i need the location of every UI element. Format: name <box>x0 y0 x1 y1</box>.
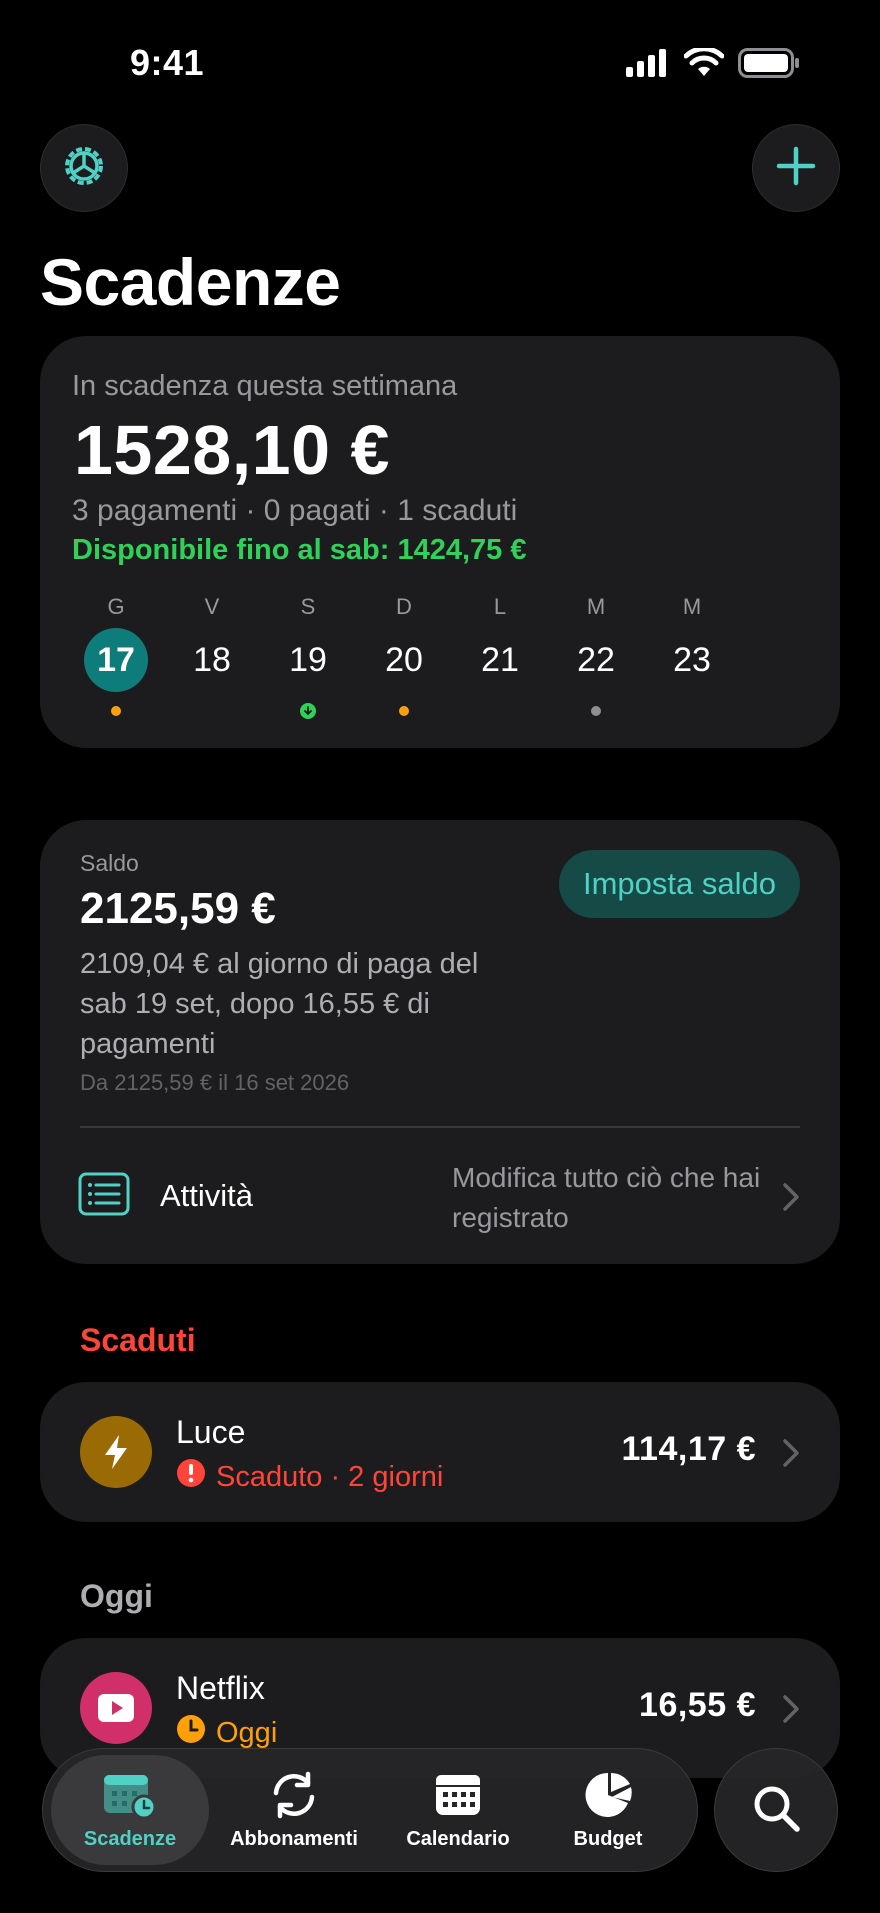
gear-icon <box>60 142 108 195</box>
bill-row-luce[interactable]: Luce Scaduto · 2 giorni 114,17 € <box>40 1382 840 1522</box>
status-icons <box>626 46 800 83</box>
bill-status: Oggi <box>176 1714 277 1752</box>
page-title: Scadenze <box>40 245 341 319</box>
day-number: 18 <box>193 641 231 679</box>
activity-description: Modifica tutto ciò che hai registrato <box>452 1162 761 1233</box>
status-time: 9:41 <box>130 42 205 83</box>
day-item[interactable]: L 21 <box>460 594 540 734</box>
tab-label: Calendario <box>406 1828 510 1850</box>
search-icon <box>751 1783 801 1838</box>
activity-row[interactable]: Attività Modifica tutto ciò che hai regi… <box>40 1128 840 1264</box>
plus-icon <box>776 146 816 191</box>
set-balance-button[interactable]: Imposta saldo <box>559 850 800 918</box>
day-letter: D <box>396 594 412 619</box>
chevron-right-icon <box>782 1182 800 1217</box>
balance-since: Da 2125,59 € il 16 set 2026 <box>80 1070 350 1095</box>
pie-chart-icon <box>584 1771 632 1824</box>
battery-icon <box>738 48 800 83</box>
due-dot <box>399 706 409 716</box>
calendar-icon <box>434 1771 482 1822</box>
balance-label: Saldo <box>80 850 139 876</box>
week-counts: 3 pagamenti · 0 pagati · 1 scaduti <box>72 494 518 527</box>
day-letter: V <box>204 594 220 619</box>
day-letter: G <box>107 594 125 619</box>
day-letter: S <box>300 594 316 619</box>
day-number: 21 <box>481 641 519 679</box>
week-label: In scadenza questa settimana <box>72 370 458 402</box>
bill-amount: 16,55 € <box>639 1686 756 1724</box>
payday-icon <box>300 703 316 719</box>
tab-bar: Scadenze Abbonamenti Calendario Budget <box>42 1748 698 1872</box>
bill-status-text: Oggi <box>216 1716 278 1749</box>
bill-status: Scaduto · 2 giorni <box>176 1458 443 1496</box>
week-summary-card: In scadenza questa settimana 1528,10 € 3… <box>40 336 840 748</box>
signal-icon <box>626 49 670 82</box>
day-letter: L <box>493 594 507 619</box>
day-number: 19 <box>289 641 327 679</box>
tab-label: Budget <box>573 1828 643 1850</box>
week-available: Disponibile fino al sab: 1424,75 € <box>72 534 527 566</box>
day-number: 17 <box>84 628 148 692</box>
lightning-icon <box>80 1416 152 1488</box>
day-item[interactable]: M 22 <box>556 594 636 734</box>
tab-budget[interactable]: Budget <box>543 1755 673 1865</box>
activity-label: Attività <box>160 1178 254 1213</box>
balance-description: 2109,04 € al giorno di paga del sab 19 s… <box>80 948 479 1060</box>
settings-button[interactable] <box>40 124 128 212</box>
bill-name: Netflix <box>176 1670 265 1706</box>
refresh-icon <box>268 1771 320 1824</box>
day-number: 23 <box>673 641 711 679</box>
status-bar: 9:41 <box>0 0 880 120</box>
section-title-today: Oggi <box>80 1578 153 1614</box>
section-title-overdue: Scaduti <box>80 1322 196 1358</box>
bill-name: Luce <box>176 1414 246 1450</box>
chevron-right-icon <box>782 1438 800 1473</box>
day-item[interactable]: M 23 <box>652 594 732 734</box>
day-number: 22 <box>577 641 615 679</box>
clock-icon <box>176 1714 206 1752</box>
tab-label: Abbonamenti <box>230 1828 358 1850</box>
week-day-strip: G 17 V 18 S 19 D 20 L 21 M 22 M 23 <box>76 594 756 734</box>
alert-icon <box>176 1458 206 1496</box>
calendar-clock-icon <box>102 1771 158 1824</box>
balance-card: Saldo 2125,59 € 2109,04 € al giorno di p… <box>40 820 840 1264</box>
day-item[interactable]: S 19 <box>268 594 348 734</box>
tab-abbonamenti[interactable]: Abbonamenti <box>219 1755 369 1865</box>
bill-amount: 114,17 € <box>621 1430 756 1468</box>
day-letter: M <box>586 594 606 619</box>
due-dot <box>591 706 601 716</box>
list-icon <box>78 1172 130 1221</box>
balance-amount: 2125,59 € <box>80 884 276 933</box>
day-item[interactable]: G 17 <box>76 594 156 734</box>
due-dot <box>111 706 121 716</box>
tab-scadenze[interactable]: Scadenze <box>51 1755 209 1865</box>
day-letter: M <box>682 594 702 619</box>
week-total: 1528,10 € <box>74 411 390 489</box>
bill-status-text: Scaduto · 2 giorni <box>216 1460 444 1493</box>
play-icon <box>80 1672 152 1744</box>
day-item[interactable]: V 18 <box>172 594 252 734</box>
tab-calendario[interactable]: Calendario <box>383 1755 533 1865</box>
add-button[interactable] <box>752 124 840 212</box>
chevron-right-icon <box>782 1694 800 1729</box>
tab-label: Scadenze <box>83 1828 177 1850</box>
search-button[interactable] <box>714 1748 838 1872</box>
day-item[interactable]: D 20 <box>364 594 444 734</box>
wifi-icon <box>683 46 725 83</box>
day-number: 20 <box>385 641 423 679</box>
